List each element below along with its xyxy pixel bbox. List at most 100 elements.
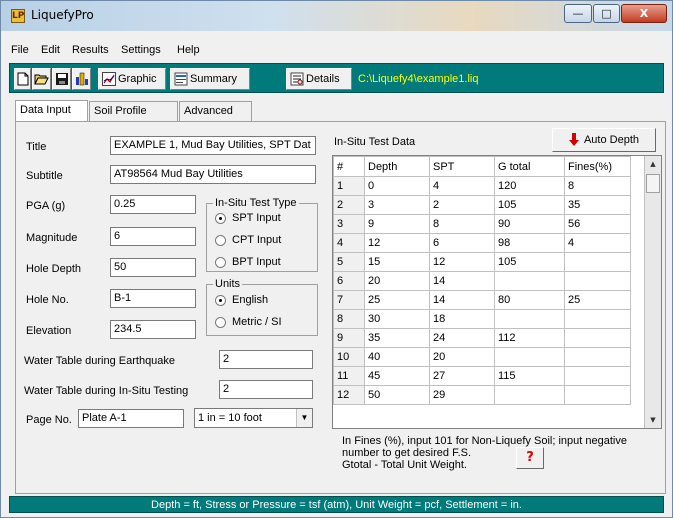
auto-depth-button[interactable]: Auto Depth	[552, 128, 656, 152]
hole-depth-field[interactable]: 50	[110, 258, 196, 277]
save-disk-icon	[56, 73, 68, 85]
hole-no-field[interactable]: B-1	[110, 289, 196, 308]
fines-cell[interactable]	[564, 271, 631, 291]
spt-cell[interactable]: 12	[429, 252, 495, 272]
fines-cell[interactable]: 4	[564, 233, 631, 253]
spt-cell[interactable]: 8	[429, 214, 495, 234]
gtotal-cell[interactable]	[494, 385, 565, 405]
spt-cell[interactable]: 14	[429, 271, 495, 291]
depth-cell[interactable]: 3	[364, 195, 430, 215]
menu-bar: File Edit Results Settings Help	[1, 41, 672, 61]
spt-cell[interactable]: 4	[429, 176, 495, 196]
water-table-earthquake-field[interactable]: 2	[219, 350, 313, 369]
row-number-cell: 3	[333, 214, 365, 234]
menu-results[interactable]: Results	[72, 44, 109, 56]
radio-bpt-input[interactable]: BPT Input	[215, 256, 281, 268]
help-question-button[interactable]: ?	[516, 447, 544, 469]
fines-cell[interactable]: 35	[564, 195, 631, 215]
tab-advanced[interactable]: Advanced	[179, 101, 252, 121]
maximize-button[interactable]: □	[593, 4, 620, 23]
row-number-cell: 6	[333, 271, 365, 291]
scroll-up-arrow-icon[interactable]: ▲	[645, 156, 661, 172]
gtotal-cell[interactable]: 115	[494, 366, 565, 386]
water-table-insitu-field[interactable]: 2	[219, 380, 313, 399]
pga-field[interactable]: 0.25	[110, 195, 196, 214]
graphic-button[interactable]: Graphic	[98, 68, 166, 90]
fines-cell[interactable]: 25	[564, 290, 631, 310]
depth-cell[interactable]: 35	[364, 328, 430, 348]
depth-cell[interactable]: 0	[364, 176, 430, 196]
gtotal-cell[interactable]	[494, 309, 565, 329]
chevron-down-icon[interactable]: ▼	[296, 409, 312, 427]
grid-vertical-scrollbar[interactable]: ▲ ▼	[644, 156, 661, 428]
magnitude-field[interactable]: 6	[110, 227, 196, 246]
menu-settings[interactable]: Settings	[121, 44, 161, 56]
gtotal-cell[interactable]	[494, 271, 565, 291]
depth-cell[interactable]: 50	[364, 385, 430, 405]
summary-button[interactable]: Summary	[170, 68, 250, 90]
menu-edit[interactable]: Edit	[41, 44, 60, 56]
depth-cell[interactable]: 40	[364, 347, 430, 367]
spt-cell[interactable]: 18	[429, 309, 495, 329]
depth-cell[interactable]: 12	[364, 233, 430, 253]
row-number-cell: 5	[333, 252, 365, 272]
fines-cell[interactable]	[564, 252, 631, 272]
insitu-data-grid[interactable]: # Depth SPT G total Fines(%) 1 0 4 120 8 232…	[332, 155, 662, 429]
depth-cell[interactable]: 15	[364, 252, 430, 272]
spt-cell[interactable]: 2	[429, 195, 495, 215]
scroll-down-arrow-icon[interactable]: ▼	[645, 412, 661, 428]
gtotal-cell[interactable]: 90	[494, 214, 565, 234]
title-bar[interactable]: LP LiquefyPro — □ X	[1, 1, 672, 31]
menu-help[interactable]: Help	[177, 44, 200, 56]
spt-cell[interactable]: 14	[429, 290, 495, 310]
fines-cell[interactable]: 56	[564, 214, 631, 234]
scale-select[interactable]: 1 in = 10 foot ▼	[194, 408, 313, 428]
radio-cpt-input[interactable]: CPT Input	[215, 234, 281, 246]
menu-file[interactable]: File	[11, 44, 29, 56]
radio-spt-label: SPT Input	[232, 212, 281, 224]
depth-cell[interactable]: 9	[364, 214, 430, 234]
spt-cell[interactable]: 6	[429, 233, 495, 253]
fines-cell[interactable]	[564, 385, 631, 405]
depth-cell[interactable]: 45	[364, 366, 430, 386]
fines-cell[interactable]	[564, 328, 631, 348]
radio-spt-input[interactable]: SPT Input	[215, 212, 281, 224]
close-button[interactable]: X	[621, 4, 667, 23]
gtotal-cell[interactable]	[494, 347, 565, 367]
radio-cpt-label: CPT Input	[232, 234, 282, 246]
spt-cell[interactable]: 29	[429, 385, 495, 405]
save-file-button[interactable]	[52, 68, 71, 90]
gtotal-cell[interactable]: 120	[494, 176, 565, 196]
details-button[interactable]: Details	[286, 68, 352, 90]
depth-cell[interactable]: 20	[364, 271, 430, 291]
fines-cell[interactable]	[564, 309, 631, 329]
gtotal-cell[interactable]: 105	[494, 195, 565, 215]
elevation-field[interactable]: 234.5	[110, 320, 196, 339]
fines-cell[interactable]	[564, 347, 631, 367]
tab-data-input[interactable]: Data Input	[15, 100, 88, 121]
gtotal-cell[interactable]: 112	[494, 328, 565, 348]
new-file-button[interactable]	[14, 68, 31, 90]
spt-cell[interactable]: 27	[429, 366, 495, 386]
open-folder-icon	[34, 74, 49, 85]
subtitle-field[interactable]: AT98564 Mud Bay Utilities	[110, 165, 316, 184]
scroll-thumb[interactable]	[646, 174, 660, 193]
fines-cell[interactable]	[564, 366, 631, 386]
radio-metric[interactable]: Metric / SI	[215, 316, 282, 328]
title-field[interactable]: EXAMPLE 1, Mud Bay Utilities, SPT Dat	[110, 136, 316, 155]
depth-cell[interactable]: 25	[364, 290, 430, 310]
depth-cell[interactable]: 30	[364, 309, 430, 329]
radio-english[interactable]: English	[215, 294, 268, 306]
gtotal-cell[interactable]: 80	[494, 290, 565, 310]
gtotal-cell[interactable]: 98	[494, 233, 565, 253]
fines-cell[interactable]: 8	[564, 176, 631, 196]
spt-cell[interactable]: 20	[429, 347, 495, 367]
gtotal-cell[interactable]: 105	[494, 252, 565, 272]
minimize-button[interactable]: —	[564, 4, 592, 23]
chart-tool-button[interactable]	[72, 68, 91, 90]
tab-soil-profile[interactable]: Soil Profile	[89, 101, 178, 121]
page-no-field[interactable]: Plate A-1	[78, 409, 184, 428]
open-file-button[interactable]	[32, 68, 51, 90]
row-number-cell: 4	[333, 233, 365, 253]
spt-cell[interactable]: 24	[429, 328, 495, 348]
